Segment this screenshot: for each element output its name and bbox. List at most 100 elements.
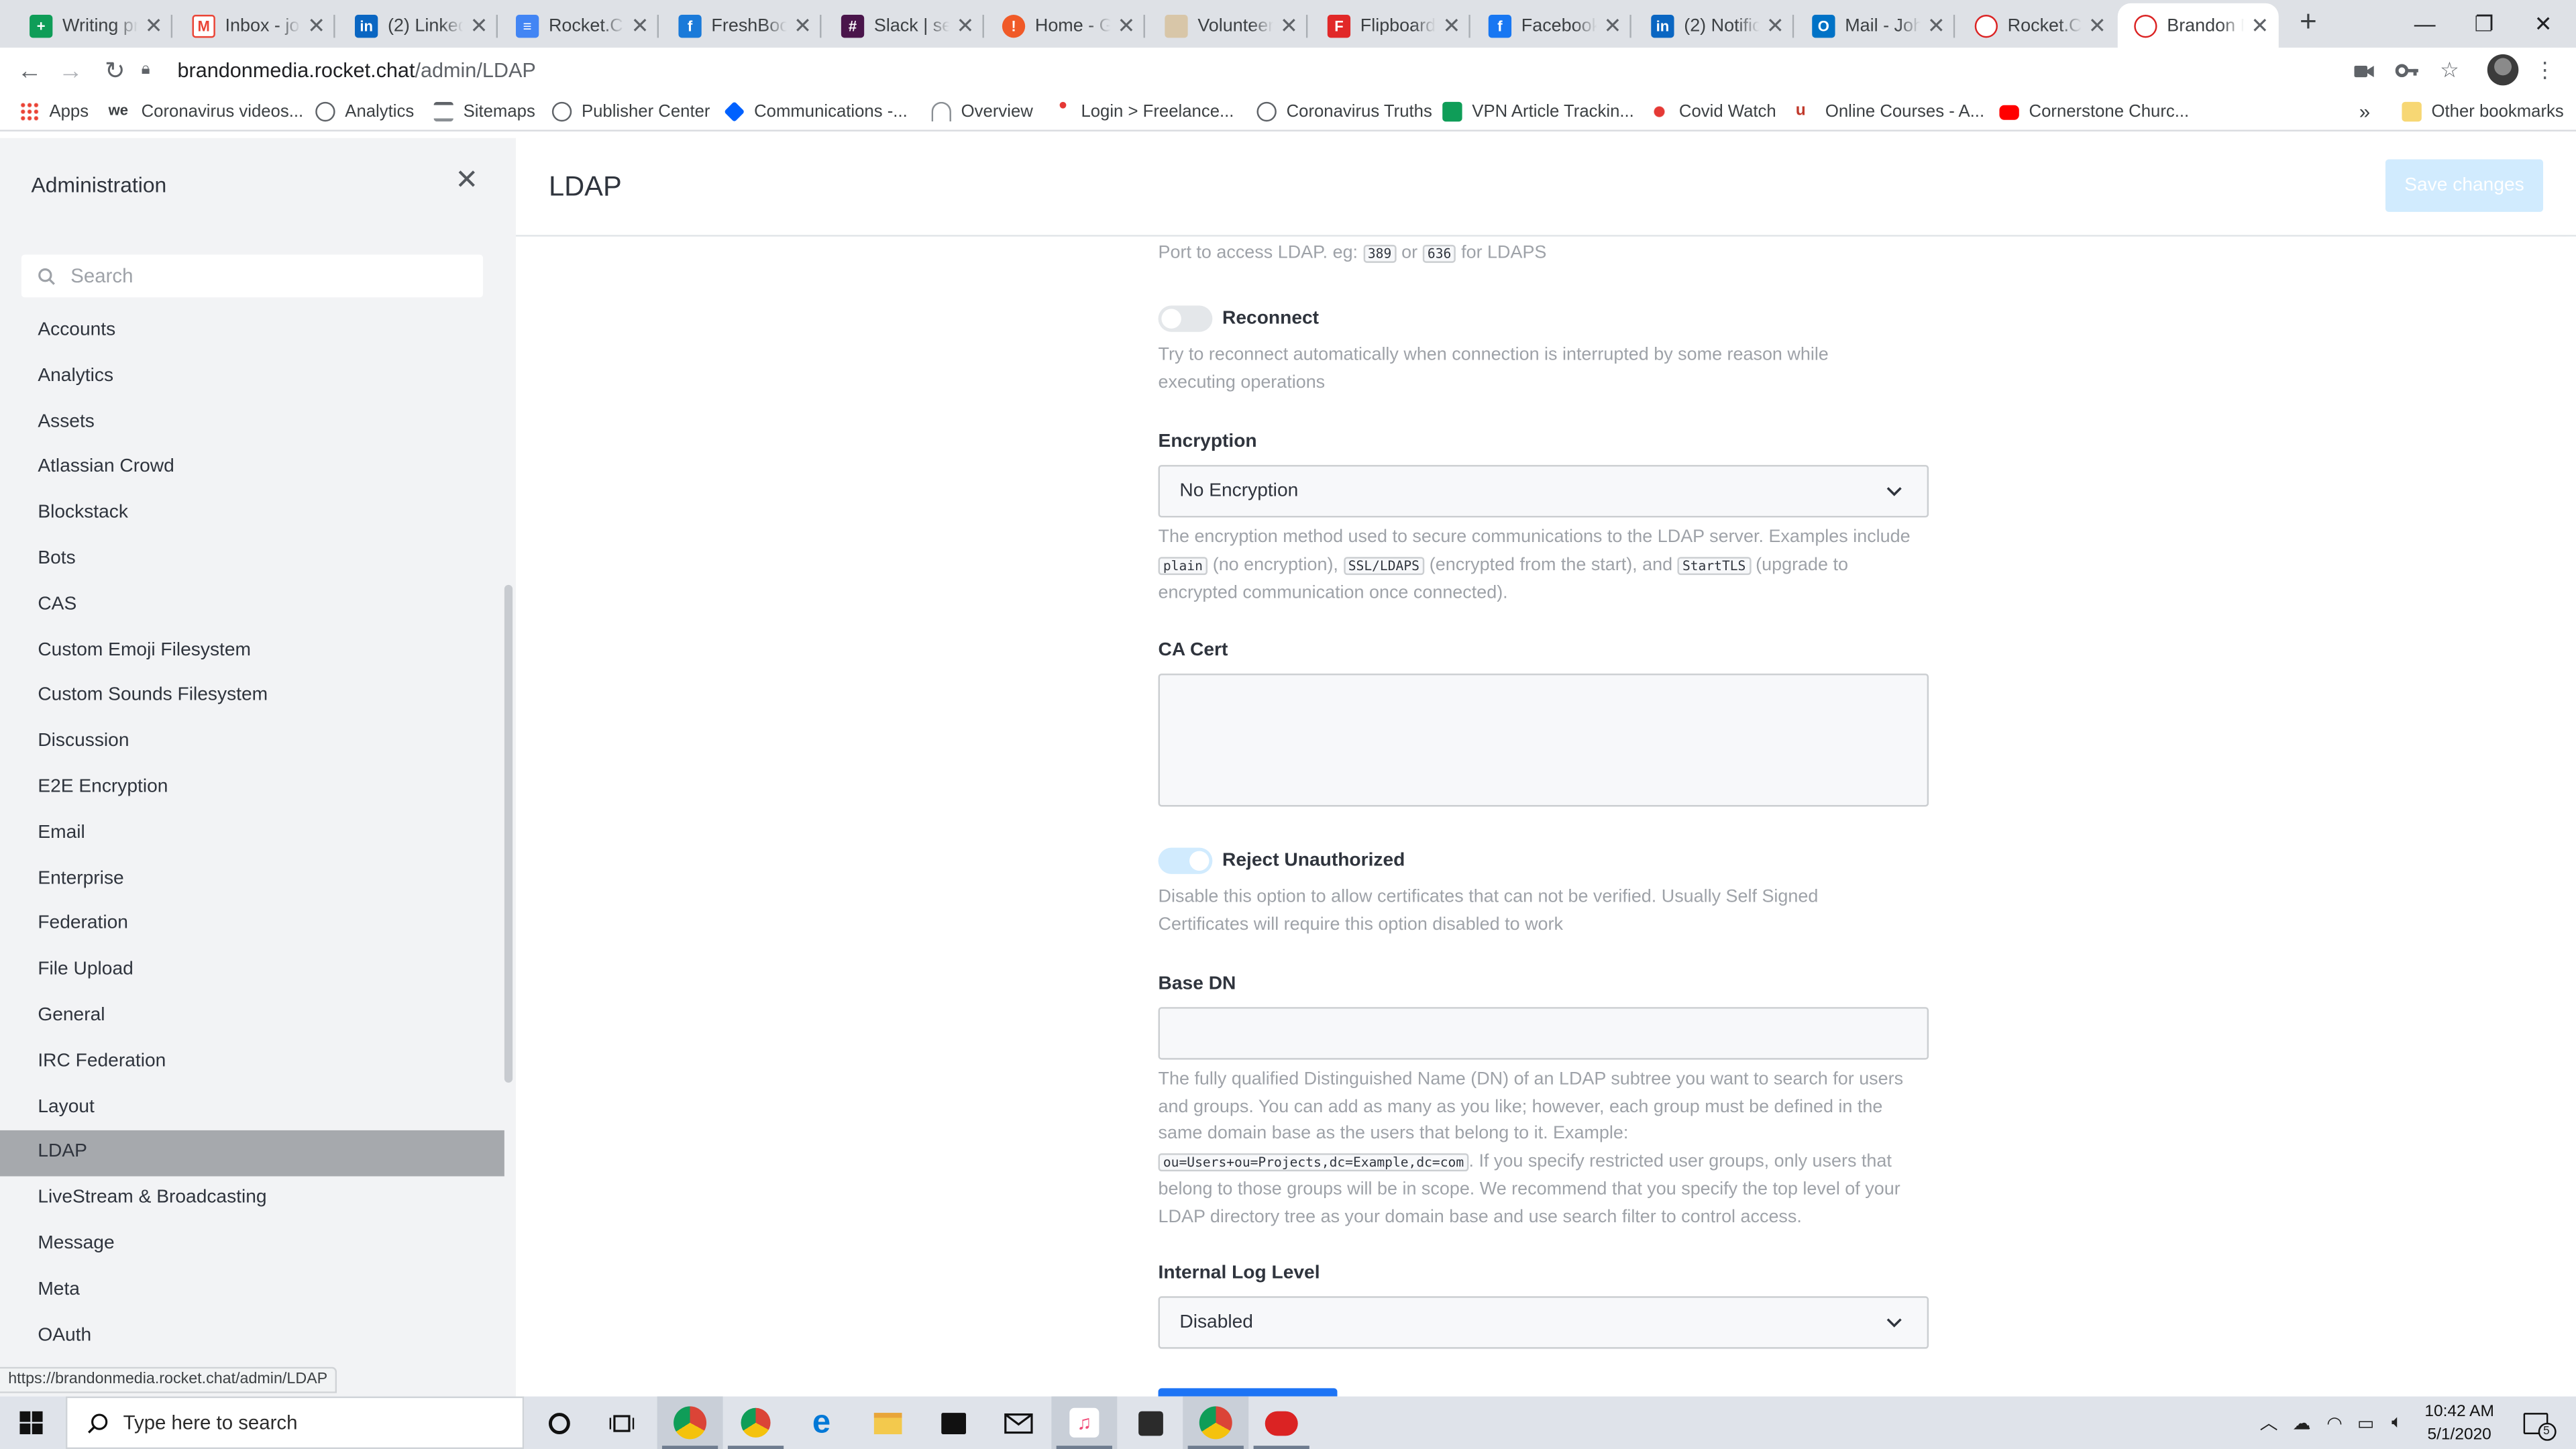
notification-center-icon[interactable]: 5 <box>2514 1397 2557 1449</box>
sidebar-item-accounts[interactable]: Accounts <box>0 309 504 354</box>
save-changes-button[interactable]: Save changes <box>2385 159 2544 212</box>
sidebar-item-ldap[interactable]: LDAP <box>0 1130 504 1177</box>
sidebar-item-enterprise[interactable]: Enterprise <box>0 857 504 902</box>
sidebar-item-analytics[interactable]: Analytics <box>0 354 504 400</box>
main-scrollbar[interactable] <box>2566 236 2576 1397</box>
sidebar-item-custom-emoji-filesystem[interactable]: Custom Emoji Filesystem <box>0 629 504 674</box>
bookmarks-overflow-icon[interactable]: » <box>2359 97 2370 126</box>
back-icon[interactable]: ← <box>13 54 46 87</box>
taskbar-search-input[interactable]: Type here to search <box>65 1396 525 1449</box>
close-tab-icon[interactable]: ✕ <box>2088 12 2106 38</box>
bookmark-item[interactable]: Overview <box>931 97 1033 126</box>
rocketchat-taskbar-icon[interactable] <box>1248 1397 1314 1449</box>
sidebar-item-cas[interactable]: CAS <box>0 583 504 629</box>
close-tab-icon[interactable]: ✕ <box>1766 12 1784 38</box>
browser-tab[interactable]: in (2) LinkedI✕ <box>338 3 498 48</box>
reject-unauthorized-toggle[interactable] <box>1158 847 1213 874</box>
file-explorer-icon[interactable] <box>854 1397 920 1449</box>
close-window-icon[interactable]: ✕ <box>2506 0 2576 48</box>
cortana-icon[interactable] <box>526 1397 592 1449</box>
bookmark-item[interactable]: Covid Watch <box>1649 97 1776 126</box>
reload-icon[interactable]: ↻ <box>99 54 131 87</box>
sidebar-item-discussion[interactable]: Discussion <box>0 720 504 765</box>
close-tab-icon[interactable]: ✕ <box>1280 12 1298 38</box>
bookmark-item[interactable]: VPN Article Trackin... <box>1442 97 1634 126</box>
bookmark-item[interactable]: Analytics <box>315 97 414 126</box>
bookmark-item[interactable]: Cornerstone Churc... <box>1999 97 2189 126</box>
notes-icon[interactable] <box>1117 1397 1183 1449</box>
menu-icon[interactable]: ⋮ <box>2530 56 2559 85</box>
close-tab-icon[interactable]: ✕ <box>1442 12 1460 38</box>
sidebar-item-e2e-encryption[interactable]: E2E Encryption <box>0 765 504 811</box>
sidebar-search-input[interactable]: Search <box>21 254 484 298</box>
sidebar-item-bots[interactable]: Bots <box>0 537 504 583</box>
chrome-profile-icon[interactable] <box>657 1396 723 1449</box>
wifi-icon[interactable]: ◠ <box>2320 1397 2349 1449</box>
browser-tab[interactable]: O Mail - Joh ✕ <box>1796 3 1955 48</box>
bookmark-item[interactable]: we Coronavirus videos... <box>109 97 304 126</box>
close-icon[interactable]: ✕ <box>455 166 478 194</box>
browser-tab[interactable]: f FreshBook✕ <box>662 3 822 48</box>
sidebar-item-email[interactable]: Email <box>0 811 504 857</box>
browser-tab[interactable]: in (2) Notific ✕ <box>1635 3 1794 48</box>
reconnect-toggle[interactable] <box>1158 305 1213 332</box>
star-icon[interactable]: ☆ <box>2434 56 2464 85</box>
sidebar-item-general[interactable]: General <box>0 994 504 1040</box>
close-tab-icon[interactable]: ✕ <box>1927 12 1945 38</box>
new-tab-icon[interactable]: + <box>2294 7 2323 36</box>
close-tab-icon[interactable]: ✕ <box>1118 12 1136 38</box>
edge-icon[interactable]: e <box>789 1397 855 1449</box>
sidebar-scrollbar[interactable] <box>504 584 513 1083</box>
address-bar[interactable]: 🔒︎ brandonmedia.rocket.chat/admin/LDAP <box>141 49 2501 91</box>
base-dn-input[interactable] <box>1158 1007 1929 1060</box>
browser-tab[interactable]: Volunteer ✕ <box>1148 3 1308 48</box>
browser-tab[interactable]: + Writing pr ✕ <box>13 3 173 48</box>
camera-icon[interactable] <box>2349 56 2379 85</box>
browser-tab[interactable]: ! Home - Ga✕ <box>985 3 1145 48</box>
key-icon[interactable] <box>2392 56 2422 85</box>
sidebar-item-file-upload[interactable]: File Upload <box>0 948 504 994</box>
sidebar-item-blockstack[interactable]: Blockstack <box>0 492 504 537</box>
windows-start-icon[interactable] <box>0 1397 62 1449</box>
close-tab-icon[interactable]: ✕ <box>794 12 812 38</box>
bookmark-item[interactable]: Coronavirus Truths <box>1256 97 1432 126</box>
browser-tab-active[interactable]: Brandon M✕ <box>2117 3 2279 48</box>
other-bookmarks[interactable]: Other bookmarks <box>2402 97 2564 126</box>
browser-tab[interactable]: Rocket.Ch✕ <box>1958 3 2116 48</box>
close-tab-icon[interactable]: ✕ <box>2251 12 2269 38</box>
battery-icon[interactable]: ▭ <box>2351 1397 2381 1449</box>
close-tab-icon[interactable]: ✕ <box>307 12 325 38</box>
chrome-icon[interactable] <box>723 1397 789 1449</box>
forward-icon[interactable]: → <box>54 54 87 87</box>
sidebar-item-irc-federation[interactable]: IRC Federation <box>0 1040 504 1085</box>
close-tab-icon[interactable]: ✕ <box>470 12 488 38</box>
ca-cert-textarea[interactable] <box>1158 674 1929 807</box>
browser-tab[interactable]: M Inbox - joh✕ <box>176 3 335 48</box>
sidebar-item-layout[interactable]: Layout <box>0 1085 504 1131</box>
sidebar-item-atlassian-crowd[interactable]: Atlassian Crowd <box>0 446 504 492</box>
sidebar-item-livestream-broadcasting[interactable]: LiveStream & Broadcasting <box>0 1177 504 1222</box>
bookmark-apps[interactable]: Apps <box>19 97 89 126</box>
close-tab-icon[interactable]: ✕ <box>631 12 649 38</box>
browser-tab[interactable]: ≡ Rocket.Cha✕ <box>499 3 659 48</box>
encryption-select[interactable]: No Encryption <box>1158 465 1929 518</box>
close-tab-icon[interactable]: ✕ <box>1603 12 1621 38</box>
browser-tab[interactable]: f Facebook ✕ <box>1472 3 1631 48</box>
sidebar-item-assets[interactable]: Assets <box>0 400 504 446</box>
chrome-app-icon[interactable] <box>1183 1396 1249 1449</box>
browser-tab[interactable]: F Flipboard ✕ <box>1311 3 1470 48</box>
bookmark-item[interactable]: Login > Freelance... <box>1059 97 1234 126</box>
close-tab-icon[interactable]: ✕ <box>145 12 163 38</box>
taskbar-clock[interactable]: 10:42 AM 5/1/2020 <box>2415 1401 2504 1448</box>
bookmark-item[interactable]: u Online Courses - A... <box>1796 97 1984 126</box>
test-connection-button[interactable] <box>1158 1388 1338 1397</box>
sidebar-item-oauth[interactable]: OAuth <box>0 1313 504 1359</box>
sidebar-item-meta[interactable]: Meta <box>0 1268 504 1313</box>
bookmark-item[interactable]: Communications -... <box>724 97 908 126</box>
browser-tab[interactable]: # Slack | sen✕ <box>824 3 984 48</box>
store-icon[interactable] <box>920 1397 985 1449</box>
bookmark-item[interactable]: Sitemaps <box>433 97 535 126</box>
sidebar-item-custom-sounds-filesystem[interactable]: Custom Sounds Filesystem <box>0 674 504 720</box>
mail-icon[interactable] <box>985 1397 1051 1449</box>
itunes-icon[interactable]: ♫ <box>1051 1396 1118 1449</box>
